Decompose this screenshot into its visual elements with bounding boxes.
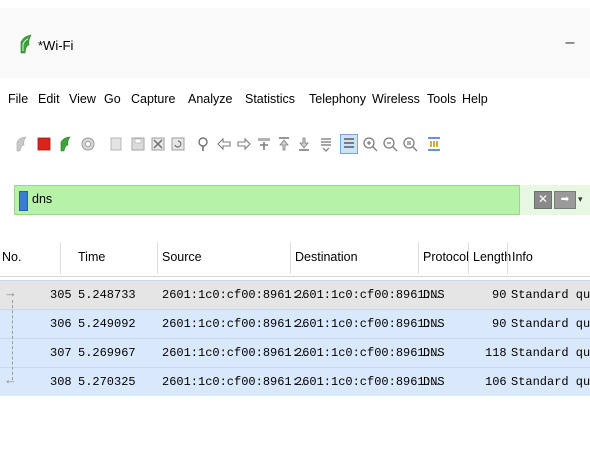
column-header-time[interactable]: Time	[78, 250, 105, 264]
column-header-length[interactable]: Length	[473, 250, 511, 264]
column-separator[interactable]	[60, 242, 61, 274]
cell-no: 307	[50, 346, 72, 360]
column-separator[interactable]	[290, 242, 291, 274]
cell-protocol: DNS	[423, 346, 445, 360]
cell-length: 90	[492, 317, 507, 331]
menu-edit[interactable]: Edit	[38, 92, 60, 106]
column-header-protocol[interactable]: Protocol	[423, 250, 469, 264]
menu-file[interactable]: File	[8, 92, 28, 106]
cell-no: 308	[50, 375, 72, 389]
cell-protocol: DNS	[423, 375, 445, 389]
zoom-out-icon[interactable]	[382, 136, 398, 152]
restart-capture-icon[interactable]	[58, 136, 74, 152]
column-header-no[interactable]: No.	[2, 250, 21, 264]
cell-source: 2601:1c0:cf00:8961:…	[162, 288, 307, 302]
display-filter-bar: dns ✕ ➡ ▾ Ex	[14, 185, 590, 215]
cell-destination: 2601:1c0:cf00:8961:…	[295, 375, 440, 389]
cell-time: 5.270325	[78, 375, 136, 389]
packet-row[interactable]: 307 5.269967 2601:1c0:cf00:8961:… 2601:1…	[0, 338, 590, 367]
main-toolbar	[0, 122, 590, 162]
cell-info: Standard quer	[511, 317, 590, 331]
cell-source: 2601:1c0:cf00:8961:…	[162, 346, 307, 360]
window-title: *Wi-Fi	[38, 38, 74, 53]
wireshark-fin-icon	[20, 34, 32, 54]
cell-destination: 2601:1c0:cf00:8961:…	[295, 317, 440, 331]
cell-info: Standard quer	[511, 346, 590, 360]
title-bar: *Wi-Fi –	[0, 8, 590, 78]
menu-statistics[interactable]: Statistics	[245, 92, 295, 106]
start-capture-icon[interactable]	[14, 136, 30, 152]
cell-destination: 2601:1c0:cf00:8961:…	[295, 346, 440, 360]
menu-view[interactable]: View	[69, 92, 96, 106]
menu-analyze[interactable]: Analyze	[188, 92, 232, 106]
cell-length: 118	[485, 346, 507, 360]
go-back-icon[interactable]	[216, 136, 232, 152]
column-separator[interactable]	[468, 242, 469, 274]
wireshark-window: *Wi-Fi – File Edit View Go Capture Analy…	[0, 0, 590, 466]
cell-length: 106	[485, 375, 507, 389]
display-filter-input[interactable]: dns	[14, 185, 520, 215]
colorize-icon[interactable]	[340, 134, 358, 154]
save-file-icon[interactable]	[130, 136, 146, 152]
column-header-destination[interactable]: Destination	[295, 250, 358, 264]
stop-capture-icon[interactable]	[36, 136, 52, 152]
filter-bookmark-icon[interactable]	[19, 191, 28, 211]
cell-time: 5.269967	[78, 346, 136, 360]
cell-info: Standard quer	[511, 375, 590, 389]
go-to-packet-icon[interactable]	[256, 136, 272, 152]
capture-options-icon[interactable]	[80, 136, 96, 152]
find-packet-icon[interactable]	[196, 136, 212, 152]
menu-go[interactable]: Go	[104, 92, 121, 106]
clear-filter-button[interactable]: ✕	[534, 191, 552, 209]
cell-time: 5.249092	[78, 317, 136, 331]
close-file-icon[interactable]	[150, 136, 166, 152]
menu-tools[interactable]: Tools	[427, 92, 456, 106]
cell-length: 90	[492, 288, 507, 302]
cell-no: 306	[50, 317, 72, 331]
packet-row[interactable]: ← 308 5.270325 2601:1c0:cf00:8961:… 2601…	[0, 367, 590, 396]
auto-scroll-icon[interactable]	[318, 136, 334, 152]
go-last-icon[interactable]	[296, 136, 312, 152]
cell-source: 2601:1c0:cf00:8961:…	[162, 375, 307, 389]
resize-columns-icon[interactable]	[426, 136, 442, 152]
cell-source: 2601:1c0:cf00:8961:…	[162, 317, 307, 331]
menu-help[interactable]: Help	[462, 92, 488, 106]
minimize-button[interactable]: –	[558, 30, 582, 56]
column-header-info[interactable]: Info	[512, 250, 533, 264]
menu-capture[interactable]: Capture	[131, 92, 175, 106]
column-separator[interactable]	[507, 242, 508, 274]
packet-list-header: No. Time Source Destination Protocol Len…	[0, 236, 590, 277]
column-separator[interactable]	[418, 242, 419, 274]
packet-list: No. Time Source Destination Protocol Len…	[0, 236, 590, 466]
column-header-source[interactable]: Source	[162, 250, 202, 264]
cell-time: 5.248733	[78, 288, 136, 302]
packet-row[interactable]: 306 5.249092 2601:1c0:cf00:8961:… 2601:1…	[0, 309, 590, 338]
open-file-icon[interactable]	[108, 136, 124, 152]
column-separator[interactable]	[157, 242, 158, 274]
zoom-in-icon[interactable]	[362, 136, 378, 152]
go-forward-icon[interactable]	[236, 136, 252, 152]
cell-no: 305	[50, 288, 72, 302]
menu-bar: File Edit View Go Capture Analyze Statis…	[0, 80, 590, 120]
apply-filter-button[interactable]: ➡	[554, 191, 576, 209]
packet-row[interactable]: → 305 5.248733 2601:1c0:cf00:8961:… 2601…	[0, 280, 590, 309]
go-first-icon[interactable]	[276, 136, 292, 152]
reload-file-icon[interactable]	[170, 136, 186, 152]
cell-destination: 2601:1c0:cf00:8961:…	[295, 288, 440, 302]
filter-history-dropdown[interactable]: ▾	[578, 191, 588, 207]
menu-telephony[interactable]: Telephony	[309, 92, 366, 106]
conversation-bracket	[12, 300, 14, 380]
cell-info: Standard quer	[511, 288, 590, 302]
filter-value[interactable]: dns	[32, 192, 52, 206]
cell-protocol: DNS	[423, 317, 445, 331]
normal-size-icon[interactable]	[402, 136, 418, 152]
cell-protocol: DNS	[423, 288, 445, 302]
menu-wireless[interactable]: Wireless	[372, 92, 420, 106]
